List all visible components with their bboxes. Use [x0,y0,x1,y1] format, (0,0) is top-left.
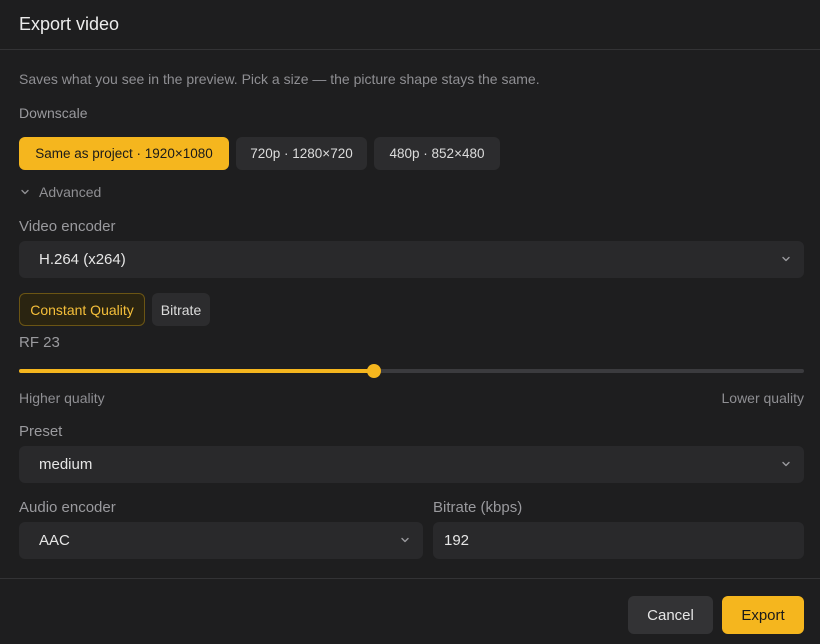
dialog-description: Saves what you see in the preview. Pick … [19,71,540,87]
cancel-button[interactable]: Cancel [628,596,713,634]
export-video-dialog: Export video Saves what you see in the p… [0,0,820,644]
dialog-header: Export video [0,0,820,50]
preset-value: medium [39,456,93,473]
audio-encoder-label: Audio encoder [19,499,116,516]
slider-thumb[interactable] [366,364,381,378]
slider-fill [19,369,374,373]
rate-mode-bitrate[interactable]: Bitrate [152,293,210,326]
chevron-down-icon [782,461,790,467]
downscale-option-720p[interactable]: 720p · 1280×720 [236,137,367,170]
lower-quality-hint: Lower quality [721,390,805,406]
quality-value-label: RF 23 [19,334,60,351]
video-encoder-label: Video encoder [19,218,116,235]
video-encoder-value: H.264 (x264) [39,251,126,268]
chevron-down-icon [21,189,29,195]
video-encoder-select[interactable]: H.264 (x264) [19,241,804,278]
dialog-title: Export video [19,14,120,34]
chevron-down-icon [782,256,790,262]
advanced-label: Advanced [39,184,102,200]
audio-encoder-value: AAC [39,532,70,549]
downscale-label: Downscale [19,105,88,121]
audio-bitrate-value: 192 [444,532,470,549]
audio-encoder-select[interactable]: AAC [19,522,423,559]
downscale-option-project[interactable]: Same as project · 1920×1080 [19,137,229,170]
export-button[interactable]: Export [722,596,804,634]
higher-quality-hint: Higher quality [19,390,105,406]
rate-mode-constant-quality[interactable]: Constant Quality [19,293,145,326]
preset-label: Preset [19,423,63,440]
audio-bitrate-label: Bitrate (kbps) [433,499,523,516]
preset-select[interactable]: medium [19,446,804,483]
downscale-option-480p[interactable]: 480p · 852×480 [374,137,500,170]
advanced-toggle[interactable]: Advanced [19,184,101,200]
quality-slider[interactable] [19,362,804,380]
chevron-down-icon [401,537,409,543]
audio-bitrate-input[interactable]: 192 [433,522,804,559]
